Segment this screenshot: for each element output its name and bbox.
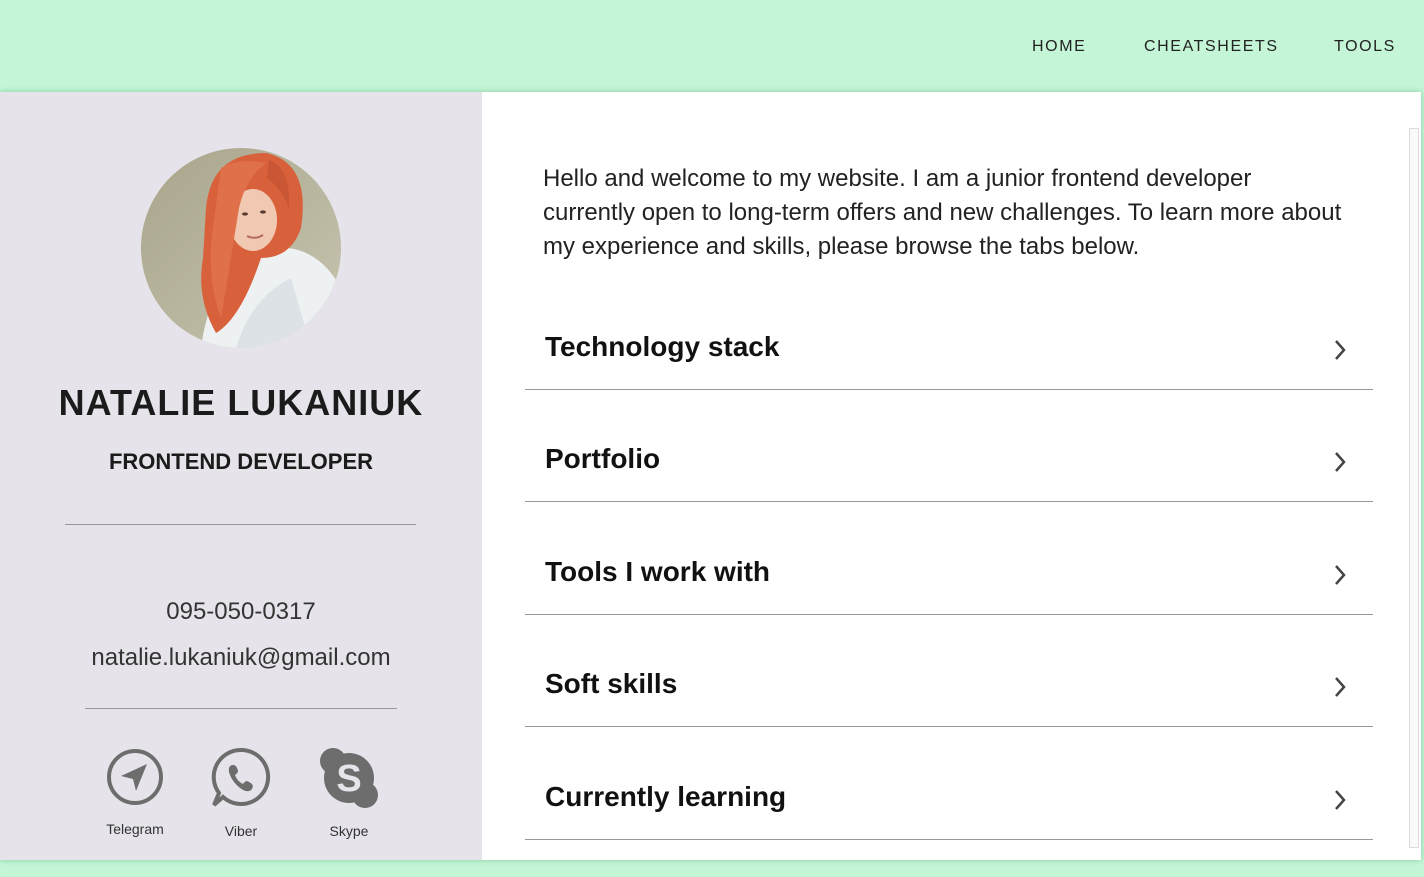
divider — [85, 708, 397, 709]
nav-link-home[interactable]: HOME — [1032, 38, 1086, 56]
chevron-right-icon — [1335, 340, 1346, 360]
accordion-label: Technology stack — [545, 331, 780, 362]
scrollbar[interactable] — [1409, 128, 1419, 848]
skype-icon: S — [320, 748, 378, 808]
accordion-soft-skills[interactable]: Soft skills — [525, 614, 1373, 727]
phone-number: 095-050-0317 — [166, 598, 316, 625]
intro-text: Hello and welcome to my website. I am a … — [543, 165, 1342, 260]
accordion-tools[interactable]: Tools I work with — [525, 502, 1373, 615]
profile-sidebar: NATALIE LUKANIUK FRONTEND DEVELOPER 095-… — [0, 92, 482, 860]
nav-link-tools[interactable]: TOOLS — [1334, 38, 1396, 56]
email-address: natalie.lukaniuk@gmail.com — [91, 644, 391, 671]
profile-role: FRONTEND DEVELOPER — [108, 449, 374, 474]
accordion-currently-learning[interactable]: Currently learning — [525, 727, 1373, 840]
main-content: Hello and welcome to my website. I am a … — [482, 92, 1421, 860]
viber-label: Viber — [224, 823, 258, 839]
accordion-label: Portfolio — [545, 443, 661, 474]
skype-label: Skype — [329, 823, 369, 839]
main-card: NATALIE LUKANIUK FRONTEND DEVELOPER 095-… — [0, 92, 1421, 860]
telegram-label: Telegram — [106, 821, 164, 837]
accordion-label: Soft skills — [545, 668, 678, 699]
chevron-right-icon — [1335, 790, 1346, 810]
skype-link[interactable]: S Skype — [304, 747, 394, 839]
accordion-label: Currently learning — [545, 781, 787, 812]
chevron-right-icon — [1335, 677, 1346, 697]
accordion-label: Tools I work with — [545, 556, 771, 587]
telegram-link[interactable]: Telegram — [90, 747, 180, 837]
viber-icon — [211, 747, 271, 807]
chevron-right-icon — [1335, 452, 1346, 472]
accordion-portfolio[interactable]: Portfolio — [525, 389, 1373, 502]
profile-name: NATALIE LUKANIUK — [58, 382, 424, 423]
telegram-icon — [107, 749, 163, 805]
chevron-right-icon — [1335, 565, 1346, 585]
divider — [65, 524, 416, 525]
svg-text:S: S — [336, 758, 361, 800]
viber-link[interactable]: Viber — [196, 747, 286, 839]
top-navigation-bar: HOME CHEATSHEETS TOOLS — [0, 0, 1424, 92]
nav-link-cheatsheets[interactable]: CHEATSHEETS — [1144, 38, 1279, 56]
accordion-technology-stack[interactable]: Technology stack — [525, 277, 1373, 390]
avatar — [141, 148, 341, 348]
